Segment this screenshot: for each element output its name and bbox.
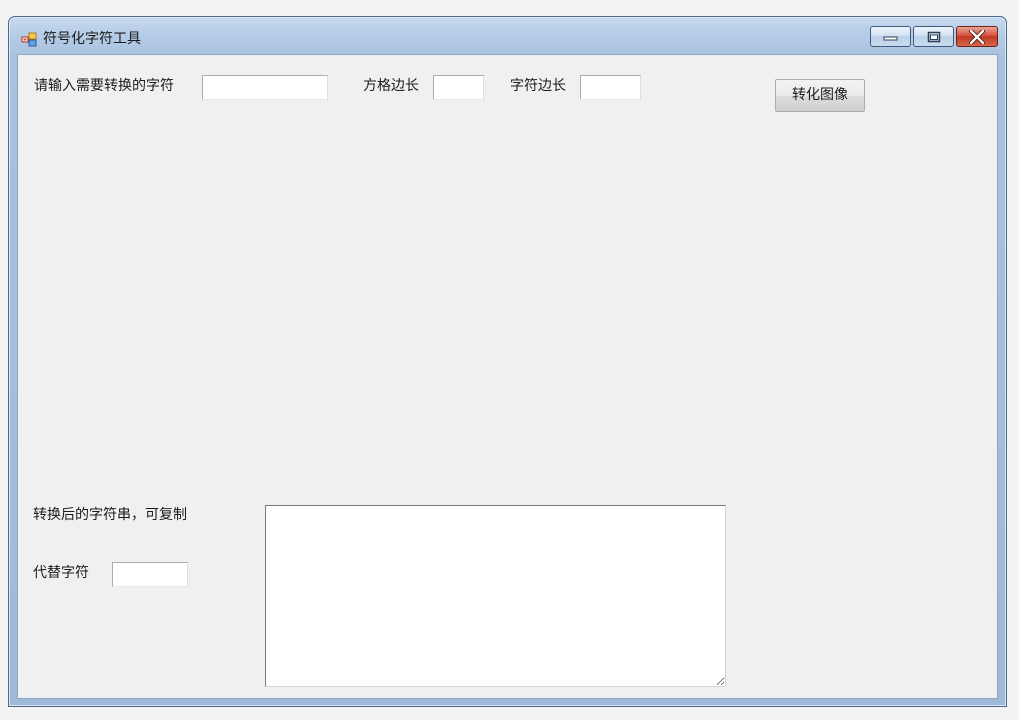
replace-char-label: 代替字符 [33, 565, 89, 581]
output-textarea[interactable] [265, 505, 726, 687]
input-string-field[interactable] [202, 75, 328, 100]
maximize-button[interactable] [913, 26, 954, 47]
grid-size-label: 方格边长 [363, 78, 419, 94]
minimize-icon [883, 36, 897, 40]
form-client-area: 请输入需要转换的字符 方格边长 字符边长 转化图像 转换后的字符串，可复制 代替… [17, 54, 998, 699]
grid-size-field[interactable] [433, 75, 484, 100]
window-title: 符号化字符工具 [43, 31, 141, 47]
char-size-field[interactable] [580, 75, 641, 100]
title-bar[interactable]: 符号化字符工具 [9, 17, 1006, 54]
convert-image-button[interactable]: 转化图像 [775, 79, 865, 112]
caption-buttons [870, 26, 998, 49]
replace-char-field[interactable] [112, 562, 188, 587]
close-icon [969, 29, 985, 44]
minimize-button[interactable] [870, 26, 911, 47]
close-button[interactable] [956, 26, 998, 47]
input-label: 请输入需要转换的字符 [34, 78, 174, 94]
output-label: 转换后的字符串，可复制 [33, 507, 187, 523]
char-size-label: 字符边长 [510, 78, 566, 94]
main-window: 符号化字符工具 请输入需要转换的字符 方格边长 字符边长 转化图像 转换后的字符… [8, 16, 1007, 707]
app-form-icon [21, 31, 37, 47]
maximize-icon [927, 31, 940, 42]
